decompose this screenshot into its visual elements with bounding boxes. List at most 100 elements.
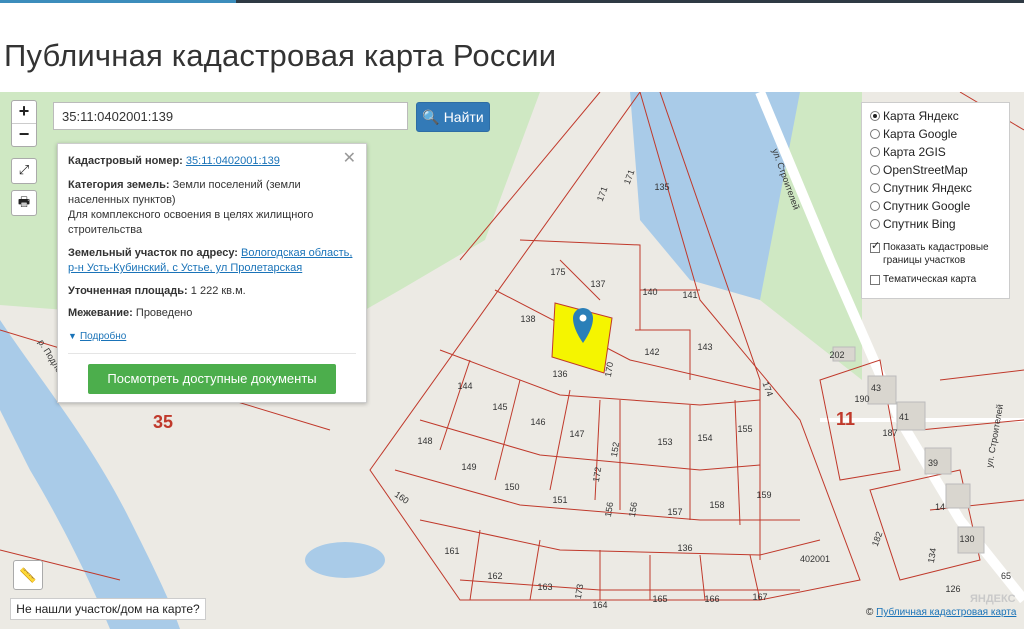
parcel-number: 147 <box>569 429 584 439</box>
print-button[interactable]: 🖶 <box>11 190 37 216</box>
parcel-number: 164 <box>592 600 607 610</box>
layers-panel: Карта Яндекс Карта Google Карта 2GIS OpenSt… <box>861 102 1010 299</box>
ruler-button[interactable]: 📏 <box>13 560 43 590</box>
parcel-number: 171 <box>595 185 610 203</box>
block-number: 11 <box>836 409 855 429</box>
borders-checkbox-row[interactable]: Показать кадастровые границы участков <box>870 240 1005 266</box>
layer-option-label: Карта Яндекс <box>883 109 959 123</box>
layer-option[interactable]: Спутник Яндекс <box>870 179 972 197</box>
thematic-checkbox[interactable] <box>870 275 880 285</box>
layer-option-label: Спутник Яндекс <box>883 181 972 195</box>
search-input[interactable]: 35:11:0402001:139 <box>53 102 408 130</box>
area-label: Уточненная площадь: <box>68 285 188 297</box>
survey-value: Проведено <box>135 307 193 319</box>
parcel-number: 172 <box>591 466 603 483</box>
yandex-watermark: ЯНДЕКС <box>970 593 1016 605</box>
parcel-number: 145 <box>492 402 507 412</box>
parcel-number: 135 <box>654 182 669 192</box>
address-link-line2[interactable]: р-н Усть-Кубинский, с Устье, ул Пролетар… <box>68 262 302 274</box>
radio-button[interactable] <box>870 219 880 229</box>
parcel-number: 149 <box>461 462 476 472</box>
not-found-button[interactable]: Не нашли участок/дом на карте? <box>10 598 206 620</box>
parcel-number: 162 <box>487 571 502 581</box>
layer-option[interactable]: Спутник Bing <box>870 215 956 233</box>
parcel-number: 161 <box>444 546 459 556</box>
parcel-info-card: ✕ Кадастровый номер: 35:11:0402001:139 К… <box>57 143 367 403</box>
thematic-checkbox-label: Тематическая карта <box>883 274 977 285</box>
purpose-value: Для комплексного освоения в целях жилищн… <box>68 209 314 236</box>
radio-button[interactable] <box>870 183 880 193</box>
parcel-number: 140 <box>642 287 657 297</box>
zoom-in-button[interactable]: + <box>12 101 36 124</box>
parcel-number: 41 <box>899 412 909 422</box>
parcel-number: 146 <box>530 417 545 427</box>
zoom-control: + − <box>11 100 37 147</box>
parcel-number: 190 <box>854 394 869 404</box>
parcel-number: 134 <box>926 547 938 564</box>
details-link[interactable]: Подробно <box>80 331 126 342</box>
parcel-number: 159 <box>756 490 771 500</box>
parcel-number: 43 <box>871 383 881 393</box>
view-documents-button[interactable]: Посмотреть доступные документы <box>88 364 336 394</box>
map-marker-dot <box>579 314 587 322</box>
parcel-number: 163 <box>537 582 552 592</box>
parcel-number: 65 <box>1001 571 1011 581</box>
layer-option-label: OpenStreetMap <box>883 163 968 177</box>
thematic-checkbox-row[interactable]: Тематическая карта <box>870 273 976 291</box>
radio-button[interactable] <box>870 129 880 139</box>
page-title: Публичная кадастровая карта России <box>4 38 557 73</box>
parcel-number: 157 <box>667 507 682 517</box>
cadastral-number-link[interactable]: 35:11:0402001:139 <box>186 155 280 167</box>
radio-button[interactable] <box>870 165 880 175</box>
parcel-number: 165 <box>652 594 667 604</box>
parcel-number: 153 <box>657 437 672 447</box>
parcel-number: 150 <box>504 482 519 492</box>
radio-button[interactable] <box>870 147 880 157</box>
address-label: Земельный участок по адресу: <box>68 247 238 259</box>
cadastral-label: Кадастровый номер: <box>68 155 183 167</box>
layer-option[interactable]: Карта Google <box>870 125 957 143</box>
layer-option-label: Карта Google <box>883 127 958 141</box>
divider <box>68 353 356 354</box>
quarter-number: 402001 <box>800 554 830 564</box>
copyright: © Публичная кадастровая карта <box>866 607 1016 618</box>
parcel-number: 156 <box>603 501 615 518</box>
radio-button[interactable] <box>870 201 880 211</box>
borders-checkbox[interactable] <box>870 240 880 253</box>
parcel-number: 154 <box>697 433 712 443</box>
survey-label: Межевание: <box>68 307 133 319</box>
layer-option[interactable]: Карта 2GIS <box>870 143 946 161</box>
layer-option-label: Спутник Google <box>883 199 971 213</box>
copyright-link[interactable]: Публичная кадастровая карта <box>876 607 1016 618</box>
parcel-number: 202 <box>829 350 844 360</box>
category-label: Категория земель: <box>68 179 170 191</box>
top-bar <box>0 0 1024 3</box>
copyright-symbol: © <box>866 607 874 618</box>
layer-option[interactable]: Карта Яндекс <box>870 107 959 125</box>
parcel-number: 144 <box>457 381 472 391</box>
printer-icon: 🖶 <box>17 194 31 209</box>
parcel-number: 148 <box>417 436 432 446</box>
borders-checkbox-label: Показать кадастровые границы участков <box>883 242 989 266</box>
district-number: 35 <box>153 412 173 432</box>
address-link-line1[interactable]: Вологодская область, <box>241 247 352 259</box>
parcel-number: 138 <box>520 314 535 324</box>
parcel-number: 152 <box>609 441 621 458</box>
fullscreen-button[interactable]: ⤢ <box>11 158 37 184</box>
parcel-number: 14 <box>935 502 945 512</box>
parcel-number: 142 <box>644 347 659 357</box>
radio-button[interactable] <box>870 111 880 121</box>
layer-option[interactable]: Спутник Google <box>870 197 970 215</box>
layer-option[interactable]: OpenStreetMap <box>870 161 968 179</box>
search-button-label: Найти <box>443 109 484 125</box>
expand-icon: ⤢ <box>18 162 30 177</box>
parcel-number: 170 <box>603 361 615 378</box>
parcel-number: 136 <box>552 369 567 379</box>
parcel-number: 39 <box>928 458 938 468</box>
parcel-number: 143 <box>697 342 712 352</box>
zoom-out-button[interactable]: − <box>12 124 36 146</box>
search-icon: 🔍 <box>422 109 440 125</box>
parcel-number: 160 <box>393 489 411 506</box>
parcel-number: 175 <box>550 267 565 277</box>
search-button[interactable]: 🔍 Найти <box>416 102 490 132</box>
